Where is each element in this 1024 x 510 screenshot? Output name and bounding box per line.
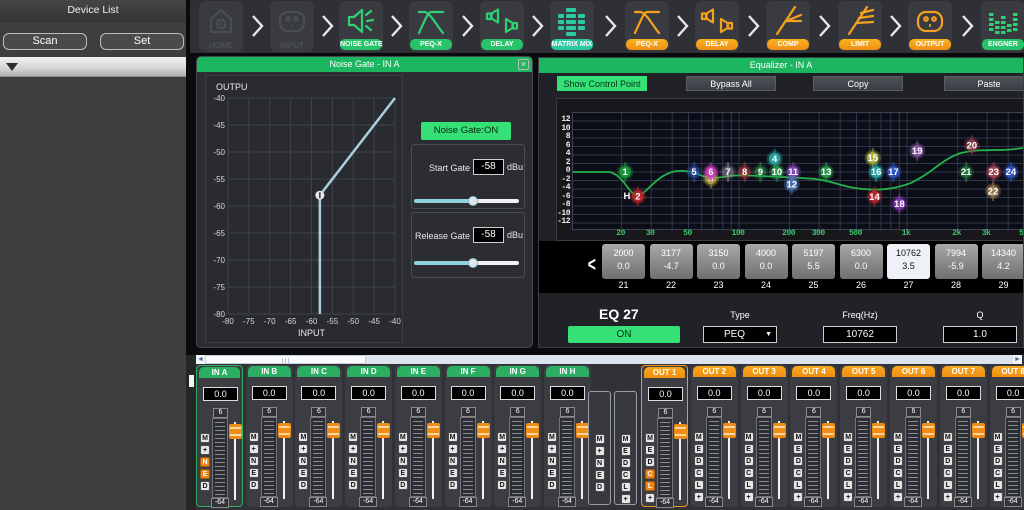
- svg-text:INPUT: INPUT: [298, 328, 326, 338]
- svg-text:OUTPU: OUTPU: [216, 82, 248, 92]
- svg-text:-75: -75: [243, 317, 255, 326]
- svg-text:-80: -80: [222, 317, 234, 326]
- svg-text:-65: -65: [213, 229, 225, 238]
- svg-text:13: 13: [821, 167, 832, 178]
- svg-text:6: 6: [708, 167, 713, 178]
- svg-text:5: 5: [691, 167, 697, 178]
- svg-text:-55: -55: [213, 175, 225, 184]
- svg-text:24: 24: [1006, 167, 1017, 178]
- svg-text:-75: -75: [213, 283, 225, 292]
- svg-text:-50: -50: [347, 317, 359, 326]
- svg-text:-65: -65: [285, 317, 297, 326]
- svg-text:-45: -45: [213, 121, 225, 130]
- svg-text:20: 20: [967, 140, 978, 151]
- svg-text:-40: -40: [389, 317, 401, 326]
- svg-text:21: 21: [961, 167, 972, 178]
- svg-text:-50: -50: [213, 148, 225, 157]
- svg-text:9: 9: [758, 167, 763, 178]
- svg-text:19: 19: [912, 146, 923, 157]
- svg-text:-60: -60: [213, 202, 225, 211]
- svg-text:-70: -70: [213, 256, 225, 265]
- svg-text:10: 10: [772, 167, 783, 178]
- svg-text:18: 18: [894, 199, 905, 210]
- svg-text:-55: -55: [327, 317, 339, 326]
- svg-text:-60: -60: [306, 317, 318, 326]
- svg-text:17: 17: [888, 167, 899, 178]
- svg-text:2: 2: [635, 191, 640, 202]
- svg-text:1: 1: [623, 167, 629, 178]
- svg-text:-70: -70: [264, 317, 276, 326]
- svg-text:14: 14: [869, 192, 880, 203]
- svg-text:-40: -40: [213, 94, 225, 103]
- svg-text:8: 8: [742, 167, 747, 178]
- svg-text:H: H: [623, 191, 630, 202]
- svg-text:22: 22: [988, 186, 999, 197]
- svg-text:23: 23: [988, 167, 999, 178]
- svg-text:12: 12: [786, 180, 797, 191]
- svg-text:16: 16: [871, 167, 882, 178]
- svg-text:7: 7: [725, 167, 730, 178]
- svg-text:-45: -45: [368, 317, 380, 326]
